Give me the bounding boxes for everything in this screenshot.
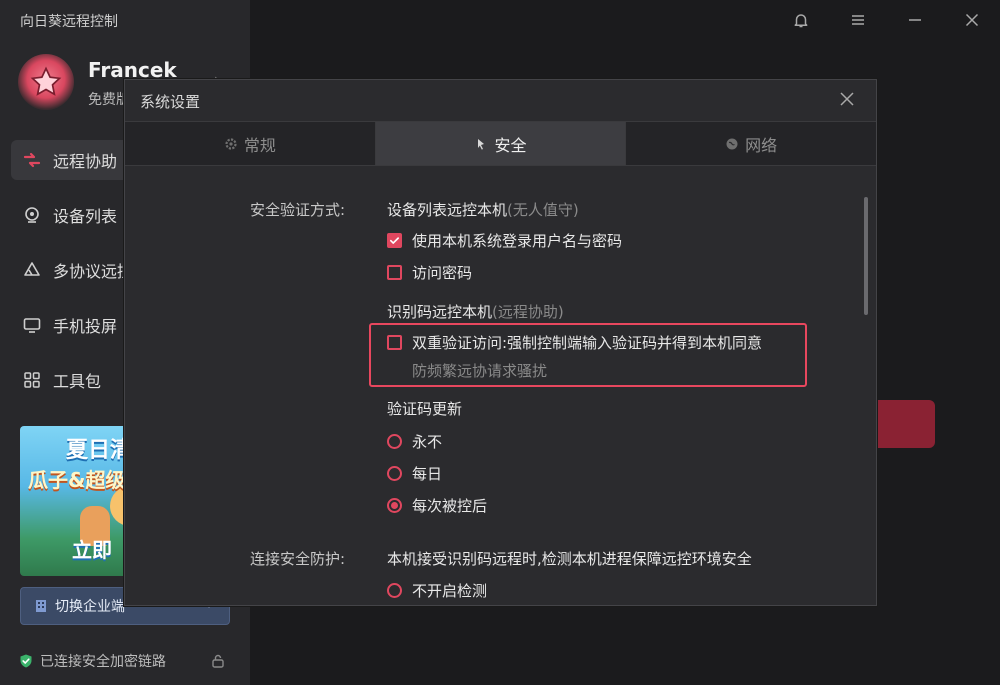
- radio-unselected-icon[interactable]: [387, 583, 402, 598]
- section-head-text: 识别码远控本机: [387, 303, 493, 321]
- code-section-head: 识别码远控本机(远程协助): [387, 301, 564, 322]
- system-login-checkbox[interactable]: 使用本机系统登录用户名与密码: [387, 230, 622, 251]
- secure-status-label: 已连接安全加密链路: [40, 654, 166, 670]
- section-head-hint: (无人值守): [507, 201, 579, 219]
- option-label: 双重验证访问:强制控制端输入验证码并得到本机同意: [412, 334, 763, 352]
- detect-off-radio[interactable]: 不开启检测: [387, 580, 487, 601]
- section-head-text: 设备列表远控本机: [387, 201, 508, 219]
- promo-line-2: 瓜子&超级: [28, 468, 126, 492]
- device-list-icon: [21, 204, 43, 226]
- sidebar-item-label: 手机投屏: [53, 317, 118, 336]
- settings-tabs: 常规 安全 网络: [125, 121, 876, 166]
- verify-method-label: 安全验证方式:: [250, 201, 346, 219]
- settings-dialog: 系统设置 常规 安全 网络 安全验证方式: 设备列表远控本机(无人值守) 使用本…: [124, 79, 877, 606]
- globe-icon: [725, 137, 739, 151]
- shield-check-icon: [18, 653, 34, 669]
- option-label: 使用本机系统登录用户名与密码: [412, 232, 623, 250]
- conn-protect-desc: 本机接受识别码远程时,检测本机进程保障远控环境安全: [387, 550, 752, 568]
- sidebar-item-label: 工具包: [53, 372, 102, 391]
- tab-general[interactable]: 常规: [125, 122, 376, 165]
- tab-label: 安全: [494, 135, 527, 155]
- multi-protocol-icon: [21, 259, 43, 281]
- refresh-never-radio[interactable]: 永不: [387, 431, 442, 452]
- switch-enterprise-label: 切换企业端: [55, 599, 125, 615]
- bell-icon[interactable]: [790, 9, 812, 31]
- promo-line-3: 立即: [72, 538, 112, 562]
- tab-security[interactable]: 安全: [375, 122, 627, 165]
- gear-icon: [224, 137, 238, 151]
- close-window-icon[interactable]: [961, 9, 983, 31]
- option-label: 每次被控后: [412, 497, 488, 515]
- radio-selected-icon[interactable]: [387, 498, 402, 513]
- menu-icon[interactable]: [847, 9, 869, 31]
- remote-assist-icon: [21, 149, 43, 171]
- device-list-section-head: 设备列表远控本机(无人值守): [387, 199, 579, 220]
- access-password-checkbox[interactable]: 访问密码: [387, 262, 472, 283]
- code-refresh-section-head: 验证码更新: [387, 400, 463, 418]
- option-label: 访问密码: [412, 264, 473, 282]
- checkbox-checked-icon[interactable]: [387, 233, 402, 248]
- sidebar-item-label: 多协议远控: [53, 262, 134, 281]
- sidebar-item-label: 远程协助: [53, 152, 118, 171]
- background-action-button: [876, 400, 935, 448]
- scrollbar[interactable]: [864, 197, 868, 315]
- screen-mirror-icon: [21, 314, 43, 336]
- refresh-after-control-radio[interactable]: 每次被控后: [387, 495, 487, 516]
- sidebar-item-label: 设备列表: [53, 207, 118, 226]
- star-icon: [30, 66, 62, 96]
- promo-line-1: 夏日清: [66, 438, 133, 463]
- building-icon: [33, 598, 49, 614]
- radio-unselected-icon[interactable]: [387, 466, 402, 481]
- conn-protect-label: 连接安全防护:: [250, 550, 346, 568]
- avatar[interactable]: [18, 54, 74, 110]
- tab-label: 网络: [745, 135, 778, 155]
- close-icon[interactable]: [838, 90, 856, 108]
- secure-status: 已连接安全加密链路: [18, 651, 230, 671]
- minimize-icon[interactable]: [904, 9, 926, 31]
- radio-unselected-icon[interactable]: [387, 434, 402, 449]
- dialog-title: 系统设置: [140, 93, 201, 111]
- section-head-hint: (远程协助): [492, 303, 564, 321]
- tab-network[interactable]: 网络: [626, 122, 876, 165]
- lock-icon[interactable]: [210, 653, 226, 669]
- toolkit-icon: [21, 369, 43, 391]
- two-factor-checkbox[interactable]: 双重验证访问:强制控制端输入验证码并得到本机同意: [387, 332, 762, 353]
- option-label: 每日: [412, 465, 443, 483]
- checkbox-unchecked-icon[interactable]: [387, 265, 402, 280]
- checkbox-unchecked-icon[interactable]: [387, 335, 402, 350]
- option-label: 不开启检测: [412, 582, 488, 600]
- option-label: 永不: [412, 433, 443, 451]
- two-factor-hint: 防频繁远协请求骚扰: [412, 362, 548, 380]
- app-title: 向日葵远程控制: [20, 14, 118, 30]
- security-settings-panel: 安全验证方式: 设备列表远控本机(无人值守) 使用本机系统登录用户名与密码 访问…: [125, 167, 876, 605]
- security-icon: [475, 137, 489, 151]
- tab-label: 常规: [243, 135, 276, 155]
- refresh-daily-radio[interactable]: 每日: [387, 463, 442, 484]
